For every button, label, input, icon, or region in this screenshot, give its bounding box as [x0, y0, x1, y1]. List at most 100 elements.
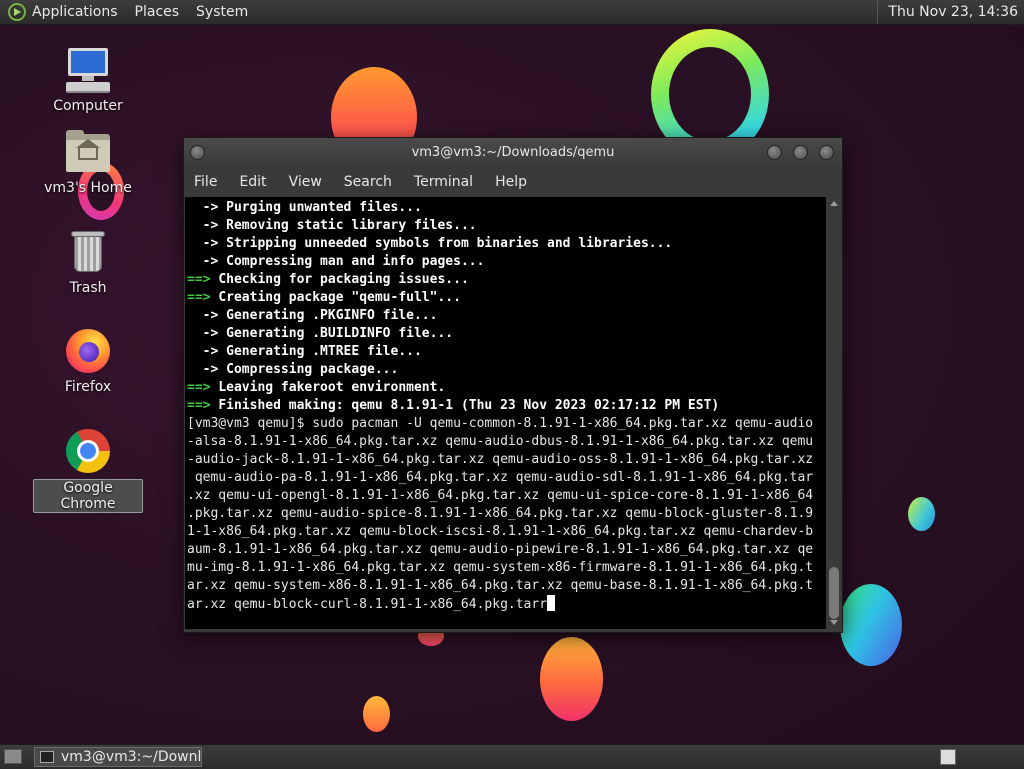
line-text: -audio-jack-8.1.91-1-x86_64.pkg.tar.xz q…	[187, 452, 814, 467]
line-text: Stripping unneeded symbols from binaries…	[226, 236, 673, 251]
desktop-icon-google-chrome[interactable]: Google Chrome	[33, 427, 143, 513]
terminal-window[interactable]: vm3@vm3:~/Downloads/qemu File Edit View …	[183, 137, 843, 633]
text-cursor	[547, 595, 556, 611]
scrollbar-thumb[interactable]	[829, 567, 839, 619]
line-text: Generating .MTREE file...	[226, 344, 422, 359]
menu-edit[interactable]: Edit	[239, 174, 266, 190]
scroll-down-icon[interactable]	[830, 620, 838, 625]
line-text: Purging unwanted files...	[226, 200, 422, 215]
terminal-line: qemu-audio-pa-8.1.91-1-x86_64.pkg.tar.xz…	[187, 469, 826, 487]
terminal-line: ar.xz qemu-block-curl-8.1.91-1-x86_64.pk…	[187, 595, 826, 614]
desktop-icon-firefox[interactable]: Firefox	[33, 327, 143, 395]
line-prefix: ->	[187, 254, 227, 269]
terminal-line: .pkg.tar.xz qemu-audio-spice-8.1.91-1-x8…	[187, 505, 826, 523]
top-panel: Applications Places System Thu Nov 23, 1…	[0, 0, 1024, 25]
desktop-icon-trash[interactable]: Trash	[33, 228, 143, 296]
taskbar-item-terminal[interactable]: vm3@vm3:~/Downl...	[34, 747, 202, 767]
wallpaper-small-orange-orb	[363, 696, 390, 732]
line-text: mu-img-8.1.91-1-x86_64.pkg.tar.xz qemu-s…	[187, 560, 814, 575]
terminal-scrollbar[interactable]	[827, 197, 841, 629]
desktop-icon-label: vm3's Home	[44, 180, 132, 196]
desktop-icon-label: Computer	[53, 98, 123, 114]
line-text: Leaving fakeroot environment.	[218, 380, 446, 395]
line-text: Finished making: qemu 8.1.91-1 (Thu 23 N…	[218, 398, 720, 413]
line-prefix: ->	[187, 362, 227, 377]
menu-view[interactable]: View	[289, 174, 322, 190]
workspace-switcher[interactable]	[940, 749, 956, 765]
line-prefix: ->	[187, 200, 227, 215]
window-title: vm3@vm3:~/Downloads/qemu	[411, 145, 615, 160]
menu-help[interactable]: Help	[495, 174, 527, 190]
line-text: aum-8.1.91-1-x86_64.pkg.tar.xz qemu-audi…	[187, 542, 814, 557]
wallpaper-orange-orb-bottom	[540, 637, 603, 721]
terminal-line: -> Generating .BUILDINFO file...	[187, 325, 826, 343]
line-text: Removing static library files...	[226, 218, 477, 233]
terminal-line: -> Generating .PKGINFO file...	[187, 307, 826, 325]
minimize-button[interactable]	[767, 145, 782, 160]
scroll-up-icon[interactable]	[830, 201, 838, 206]
menu-terminal[interactable]: Terminal	[414, 174, 473, 190]
desktop-icon-computer[interactable]: Computer	[33, 46, 143, 114]
terminal-line: ==> Checking for packaging issues...	[187, 271, 826, 289]
home-folder-icon	[64, 128, 112, 176]
window-menu-icon[interactable]	[190, 145, 205, 160]
terminal-output[interactable]: -> Purging unwanted files... -> Removing…	[185, 197, 826, 629]
line-text: Compressing man and info pages...	[226, 254, 485, 269]
terminal-line: aum-8.1.91-1-x86_64.pkg.tar.xz qemu-audi…	[187, 541, 826, 559]
menu-places[interactable]: Places	[135, 4, 180, 20]
chrome-icon	[64, 427, 112, 475]
desktop-icon-label: Trash	[69, 280, 107, 296]
desktop-icon-home[interactable]: vm3's Home	[33, 128, 143, 196]
line-prefix: ==>	[187, 272, 219, 287]
line-text: ar.xz qemu-block-curl-8.1.91-1-x86_64.pk…	[187, 597, 548, 612]
line-prefix: ==>	[187, 380, 219, 395]
terminal-line: -alsa-8.1.91-1-x86_64.pkg.tar.xz qemu-au…	[187, 433, 826, 451]
line-prefix: ->	[187, 326, 227, 341]
terminal-line: -> Compressing package...	[187, 361, 826, 379]
firefox-icon	[64, 327, 112, 375]
computer-icon	[64, 46, 112, 94]
window-titlebar[interactable]: vm3@vm3:~/Downloads/qemu	[184, 138, 842, 168]
menu-applications[interactable]: Applications	[32, 4, 118, 20]
line-prefix: ==>	[187, 290, 219, 305]
clock[interactable]: Thu Nov 23, 14:36	[877, 0, 1024, 24]
desktop-icon-label: Firefox	[64, 379, 112, 395]
line-text: [vm3@vm3 qemu]$ sudo pacman -U qemu-comm…	[187, 416, 814, 431]
terminal-line: ==> Finished making: qemu 8.1.91-1 (Thu …	[187, 397, 826, 415]
terminal-line: -> Removing static library files...	[187, 217, 826, 235]
line-prefix: ->	[187, 236, 227, 251]
bottom-panel: vm3@vm3:~/Downl...	[0, 744, 1024, 769]
menu-system[interactable]: System	[196, 4, 248, 20]
line-text: Creating package "qemu-full"...	[218, 290, 461, 305]
wallpaper-small-blue-orb	[908, 497, 935, 531]
line-text: Generating .PKGINFO file...	[226, 308, 438, 323]
terminal-line: -> Stripping unneeded symbols from binar…	[187, 235, 826, 253]
terminal-line: ar.xz qemu-system-x86-8.1.91-1-x86_64.pk…	[187, 577, 826, 595]
line-prefix: ->	[187, 218, 227, 233]
line-prefix: ->	[187, 344, 227, 359]
close-button[interactable]	[819, 145, 834, 160]
line-prefix: ==>	[187, 398, 219, 413]
wallpaper-blue-orb	[840, 584, 902, 666]
terminal-line: -> Compressing man and info pages...	[187, 253, 826, 271]
trash-icon	[64, 228, 112, 276]
line-text: Checking for packaging issues...	[218, 272, 469, 287]
maximize-button[interactable]	[793, 145, 808, 160]
line-text: Compressing package...	[226, 362, 399, 377]
menu-file[interactable]: File	[194, 174, 217, 190]
line-text: .xz qemu-ui-opengl-8.1.91-1-x86_64.pkg.t…	[187, 488, 814, 503]
terminal-menubar: File Edit View Search Terminal Help	[184, 168, 842, 196]
terminal-line: [vm3@vm3 qemu]$ sudo pacman -U qemu-comm…	[187, 415, 826, 433]
line-text: -alsa-8.1.91-1-x86_64.pkg.tar.xz qemu-au…	[187, 434, 814, 449]
line-prefix: ->	[187, 308, 227, 323]
terminal-line: 1-1-x86_64.pkg.tar.xz qemu-block-iscsi-8…	[187, 523, 826, 541]
taskbar-item-label: vm3@vm3:~/Downl...	[61, 749, 202, 765]
line-text: 1-1-x86_64.pkg.tar.xz qemu-block-iscsi-8…	[187, 524, 814, 539]
terminal-line: -> Generating .MTREE file...	[187, 343, 826, 361]
show-desktop-icon[interactable]	[4, 749, 22, 764]
line-text: ar.xz qemu-system-x86-8.1.91-1-x86_64.pk…	[187, 578, 814, 593]
menu-search[interactable]: Search	[344, 174, 392, 190]
desktop-icon-label: Google Chrome	[33, 479, 143, 513]
distro-logo-icon[interactable]	[8, 3, 26, 21]
line-text: .pkg.tar.xz qemu-audio-spice-8.1.91-1-x8…	[187, 506, 814, 521]
